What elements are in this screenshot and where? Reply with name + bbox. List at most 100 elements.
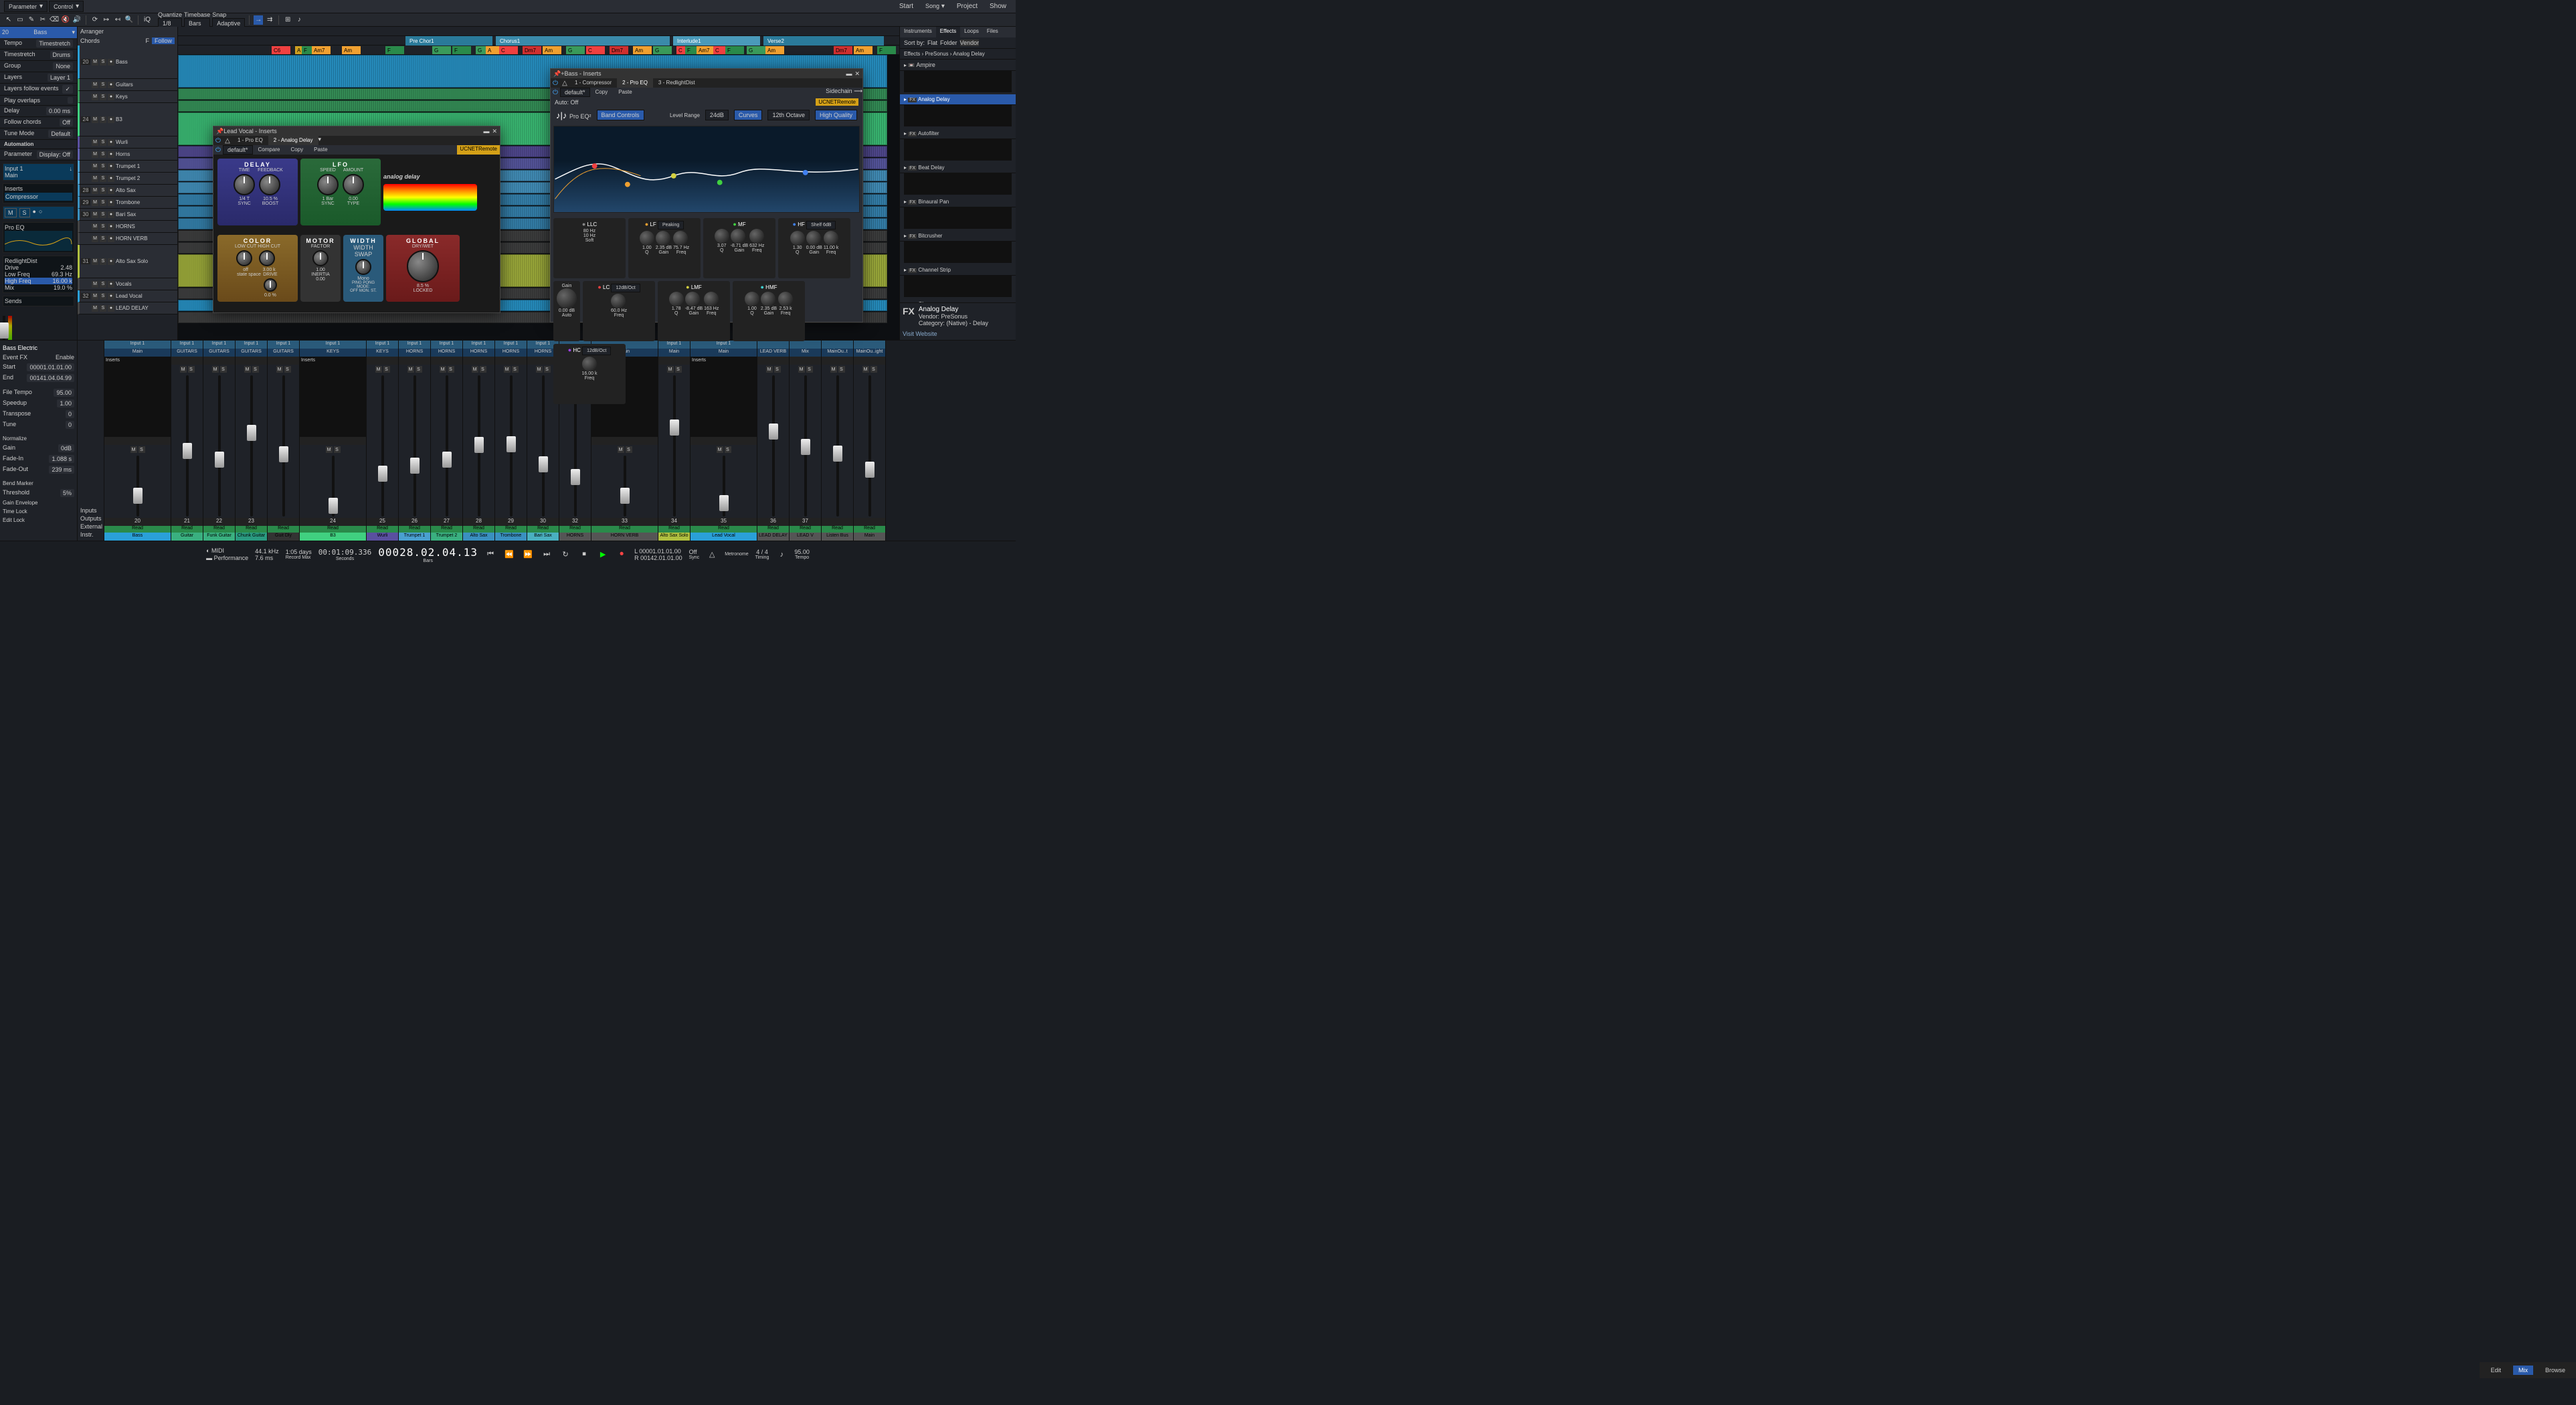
threshold[interactable]: 5% [60,489,74,497]
browser-item[interactable]: ▸ FX Binaural Pan [900,197,1016,207]
nav3-icon[interactable]: ↤ [113,15,122,25]
ff-icon[interactable]: ⏩ [522,549,534,561]
track-mute[interactable]: M [92,305,98,312]
insp-val[interactable]: Drums [50,51,74,59]
track-solo[interactable]: S [100,151,106,158]
chan-name[interactable]: Main [854,533,885,541]
chan-out[interactable]: GUITARS [171,349,203,357]
band-type[interactable]: Peaking [658,221,684,229]
insp-dd-icon[interactable]: ▾ [72,29,75,36]
close-icon[interactable]: ✕ [492,128,497,135]
input-routing[interactable]: Input 1↓ Main [3,163,74,181]
analog-delay-window[interactable]: 📌 Lead Vocal - Inserts▬✕ ⏻ △ 1 - Pro EQ … [213,126,500,313]
iq-icon[interactable]: iQ [143,15,152,25]
track-solo[interactable]: S [100,94,106,100]
insp-val[interactable]: Off [60,118,73,126]
track-header[interactable]: 29MS●Trombone [78,197,177,209]
track-rec[interactable]: ● [108,163,114,170]
track-header[interactable]: 32MS●Lead Vocal [78,290,177,302]
chan-read[interactable]: Read [854,526,885,533]
insp-val[interactable]: ✓ [62,85,73,94]
q-knob[interactable] [790,231,805,246]
track-rec[interactable]: ● [108,59,114,66]
chan-read[interactable]: Read [591,526,658,533]
eq-copy[interactable]: Copy [590,88,614,97]
freq-knob[interactable] [778,292,793,306]
chord-block[interactable]: Am [765,46,784,54]
chord-block[interactable]: F [385,46,404,54]
track-rec[interactable]: ● [108,116,114,123]
arrow-tool-icon[interactable]: ↖ [4,15,13,25]
chan-mute[interactable]: M [407,366,414,373]
mixer-instr[interactable]: Instr. [80,531,101,538]
insp-val[interactable]: Layer 1 [48,74,73,82]
mixer-outputs[interactable]: Outputs [80,515,101,522]
chan-pan[interactable] [171,357,203,365]
track-rec[interactable]: ● [108,236,114,242]
track-header[interactable]: MS●HORNS [78,221,177,233]
track-rec[interactable]: ● [108,281,114,288]
eq-preset[interactable]: default* [560,88,590,97]
gain-knob[interactable] [806,231,821,246]
freq-knob[interactable] [673,231,688,246]
track-solo[interactable]: S [100,116,106,123]
freq-knob[interactable] [704,292,719,306]
control-menu[interactable]: Control ▾ [49,1,84,12]
mix-tab[interactable]: Mix [2513,1366,2533,1375]
chord-lane[interactable]: C6AFAm7AmFGFGACDm7AmGCDm7AmGCFAm7CFGAmDm… [178,45,899,55]
chan-pan[interactable] [367,357,398,365]
track-rec[interactable]: ● [108,211,114,218]
highcut-knob[interactable] [259,250,275,266]
eq-tab2[interactable]: 2 - Pro EQ [617,78,653,88]
gainenv[interactable]: Gain Envelope [3,498,74,507]
chord-block[interactable]: Am [543,46,561,54]
chan-in[interactable]: Input 1 [236,341,267,349]
soft-btn[interactable]: Soft [583,238,595,243]
track-rec[interactable]: ● [108,94,114,100]
mute-btn[interactable]: M [5,208,17,217]
copy-btn[interactable]: Copy [285,145,308,155]
amount-knob[interactable] [343,174,364,195]
start-menu[interactable]: Start [894,1,919,11]
browser-tab[interactable]: Effects [936,27,960,37]
redlight-insert[interactable]: RedlightDist Drive2.48 Low Freq69.3 Hz H… [3,256,74,293]
chan-name[interactable]: Trumpet 1 [399,533,430,541]
timeline-ruler[interactable] [178,27,899,36]
track-solo[interactable]: S [100,293,106,300]
chan-mute[interactable]: M [326,446,333,453]
rw-icon[interactable]: ⏪ [503,549,515,561]
chan-out[interactable]: KEYS [367,349,398,357]
track-mute[interactable]: M [92,151,98,158]
tune[interactable]: 0 [66,421,74,429]
proeq-insert[interactable]: Pro EQ [3,222,74,253]
chan-solo[interactable]: S [480,366,486,373]
chord-block[interactable]: G [432,46,451,54]
q-knob[interactable] [669,292,684,306]
track-solo[interactable]: S [100,199,106,206]
chan-name[interactable]: Chunk Guitar [236,533,267,541]
track-mute[interactable]: M [92,163,98,170]
chan-out[interactable]: HORNS [399,349,430,357]
chan-solo[interactable]: S [188,366,195,373]
chord-block[interactable]: Dm7 [523,46,541,54]
automation-header[interactable]: Automation [0,140,77,149]
edit-tab[interactable]: Edit [2485,1366,2506,1375]
compare-btn[interactable]: Compare [253,145,286,155]
chan-read[interactable]: Read [431,526,462,533]
chan-out[interactable]: HORNS [495,349,527,357]
chan-read[interactable]: Read [790,526,821,533]
chan-solo[interactable]: S [448,366,454,373]
autooff-eq[interactable]: Auto: Off [555,99,578,106]
chan-pan[interactable] [495,357,527,365]
chord-block[interactable]: Am [342,46,361,54]
track-header[interactable]: MS●Trumpet 2 [78,173,177,185]
fadeout[interactable]: 239 ms [49,466,74,474]
stop-icon[interactable]: ⏹ [578,549,590,561]
solo-btn[interactable]: S [19,208,30,217]
chan-mute[interactable]: M [472,366,478,373]
track-header[interactable]: MS●LEAD DELAY [78,302,177,314]
chord-block[interactable]: Am [854,46,872,54]
tri2-icon[interactable]: △ [560,78,569,88]
browser-item[interactable]: ▸ FX Bitcrusher [900,231,1016,242]
nav2-icon[interactable]: ↦ [102,15,111,25]
